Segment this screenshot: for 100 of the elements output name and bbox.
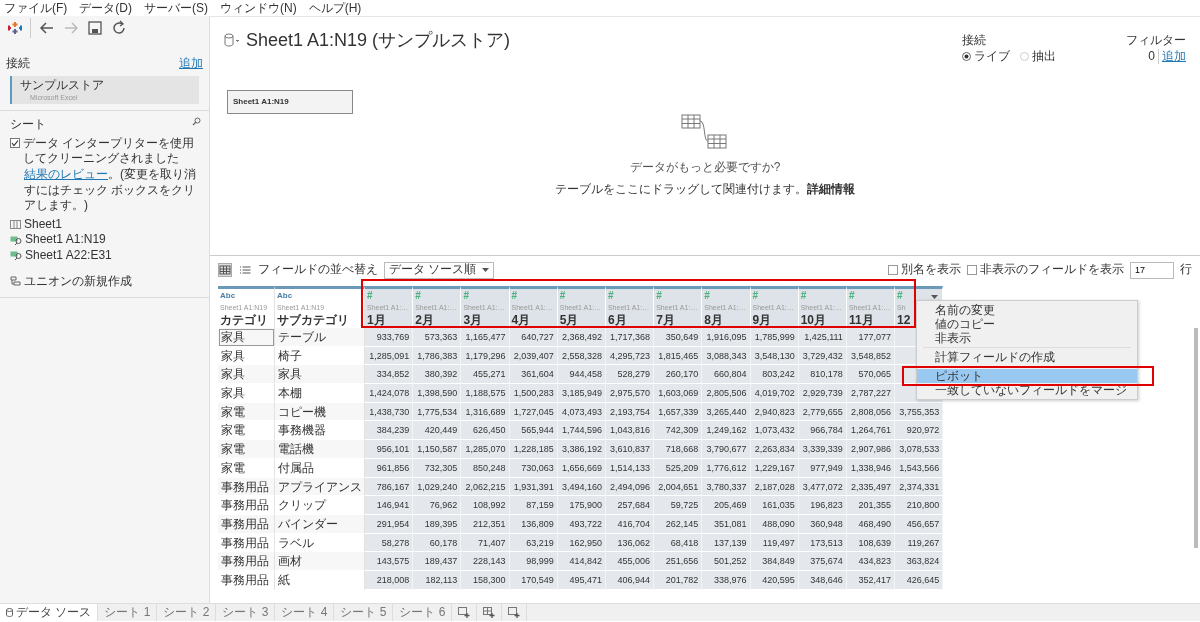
table-cell: 201,355	[846, 496, 896, 515]
section-label: 接続	[6, 56, 30, 72]
column-name[interactable]: 8月	[704, 313, 723, 327]
table-cell: 4,019,702	[750, 384, 799, 403]
database-icon	[6, 608, 13, 617]
menu-item[interactable]: ヘルプ(H)	[308, 0, 362, 16]
menu-item[interactable]: 値のコピー	[917, 317, 1137, 331]
checkbox[interactable]	[967, 265, 977, 275]
sheet-item[interactable]: Sheet1 A1:N19	[25, 232, 106, 248]
table-cell: 956,101	[365, 440, 414, 459]
page-title: Sheet1 A1:N19 (サンプルストア)	[246, 29, 511, 52]
column-name[interactable]: 5月	[559, 313, 579, 327]
section-label: シート	[10, 117, 46, 133]
menu-item[interactable]: ピボット	[917, 369, 1137, 383]
column-name[interactable]: 1月	[367, 313, 386, 327]
database-icon[interactable]	[224, 33, 240, 47]
column-name[interactable]: 3月	[463, 313, 483, 327]
type-icon: #	[752, 290, 759, 301]
rows-input[interactable]: 17	[1130, 261, 1174, 279]
column-name[interactable]: 7月	[656, 313, 675, 327]
column-name[interactable]: 12	[897, 313, 911, 327]
column-name[interactable]: 10月	[800, 313, 827, 327]
back-icon[interactable]	[39, 20, 55, 36]
grid-view-icon[interactable]	[218, 263, 232, 277]
new-story-icon[interactable]	[508, 607, 521, 618]
type-icon: #	[511, 290, 518, 301]
table-cell: 98,999	[509, 552, 558, 571]
column-name[interactable]: 4月	[511, 313, 531, 327]
tab[interactable]: シート 1	[98, 604, 158, 621]
search-icon[interactable]	[192, 117, 201, 127]
sheet-item[interactable]: Sheet1 A22:E31	[25, 247, 112, 264]
tab[interactable]: シート 5	[334, 604, 394, 621]
table-cell: 3,339,339	[798, 440, 847, 459]
column-name[interactable]: 2月	[415, 313, 434, 327]
range-icon	[10, 235, 22, 245]
table-cell: 803,242	[750, 365, 799, 385]
table-cell: 565,944	[509, 421, 558, 441]
table-cell: 363,824	[895, 552, 944, 571]
table-cell: 210,800	[895, 496, 944, 515]
table-cell: 3,078,533	[895, 440, 944, 459]
table-card[interactable]: Sheet1 A1:N19	[227, 90, 353, 115]
tab[interactable]: シート 6	[393, 604, 453, 621]
table-cell: 1,603,069	[654, 384, 703, 403]
scrollbar[interactable]	[1194, 328, 1198, 548]
column-name[interactable]: 11月	[848, 313, 874, 327]
new-sheet-icon[interactable]	[458, 607, 471, 618]
column-name[interactable]: カテゴリ	[220, 313, 268, 327]
table-cell: 966,784	[798, 421, 847, 441]
sort-dropdown[interactable]: データ ソース順	[384, 261, 494, 279]
table-cell: 1,228,185	[509, 440, 558, 459]
column-name[interactable]: 9月	[752, 313, 772, 327]
tab[interactable]: シート 2	[157, 604, 217, 621]
table-cell: 334,852	[365, 365, 414, 385]
add-filter-link[interactable]: 追加	[1162, 48, 1186, 65]
refresh-icon[interactable]	[111, 20, 127, 36]
checkbox[interactable]	[888, 265, 898, 275]
more-info-link[interactable]: 詳細情報	[807, 181, 855, 198]
filters-label: フィルター	[1126, 33, 1186, 49]
table-cell: 146,941	[365, 496, 414, 515]
column-name[interactable]: サブカテゴリ	[277, 313, 349, 327]
table-cell: 2,907,986	[846, 440, 896, 459]
review-link[interactable]: 結果のレビュー	[24, 166, 108, 181]
table-cell: 事務用品	[218, 552, 275, 571]
sheet-item[interactable]: Sheet1	[24, 216, 63, 233]
table-cell: 59,725	[654, 496, 703, 515]
type-icon: #	[607, 290, 614, 301]
table-cell: 257,684	[605, 496, 655, 515]
menu-item[interactable]: サーバー(S)	[144, 0, 208, 16]
menu-item[interactable]: 名前の変更	[917, 303, 1137, 317]
menu-item[interactable]: データ(D)	[79, 0, 132, 16]
new-union-link[interactable]: ユニオンの新規作成	[24, 273, 132, 290]
table-cell: 375,674	[798, 552, 847, 571]
radio-button[interactable]	[962, 51, 971, 61]
table-cell: 事務機器	[275, 421, 365, 441]
table-cell: 1,398,590	[413, 384, 462, 403]
menu-item[interactable]: 計算フィールドの作成	[917, 350, 1137, 364]
tab[interactable]: シート 4	[275, 604, 335, 621]
column-name[interactable]: 6月	[607, 313, 627, 327]
new-dashboard-icon[interactable]	[483, 607, 496, 618]
table-cell: 1,500,283	[509, 384, 558, 403]
menu-item[interactable]: 非表示	[917, 331, 1137, 345]
table-cell: 1,073,432	[750, 421, 799, 441]
table-cell: 933,769	[365, 328, 414, 347]
table-cell: テーブル	[275, 328, 365, 347]
table-cell: 家電	[218, 421, 275, 441]
menu-item[interactable]: ウィンドウ(N)	[220, 0, 297, 16]
table-cell: 1,150,587	[413, 440, 462, 459]
add-link[interactable]: 追加	[179, 56, 203, 72]
menu-item[interactable]: ファイル(F)	[4, 0, 68, 16]
checkbox[interactable]	[10, 137, 20, 148]
tab[interactable]: シート 3	[216, 604, 276, 621]
save-icon[interactable]	[87, 20, 103, 36]
tab[interactable]: データ ソース	[0, 604, 99, 621]
table-cell: 189,437	[413, 552, 462, 571]
table-cell: 1,264,761	[846, 421, 896, 441]
table-cell: 1,285,070	[461, 440, 510, 459]
table-cell: 1,043,816	[605, 421, 655, 441]
table-cell: 414,842	[557, 552, 606, 571]
table-cell: 742,309	[654, 421, 703, 441]
type-icon: #	[656, 290, 662, 301]
